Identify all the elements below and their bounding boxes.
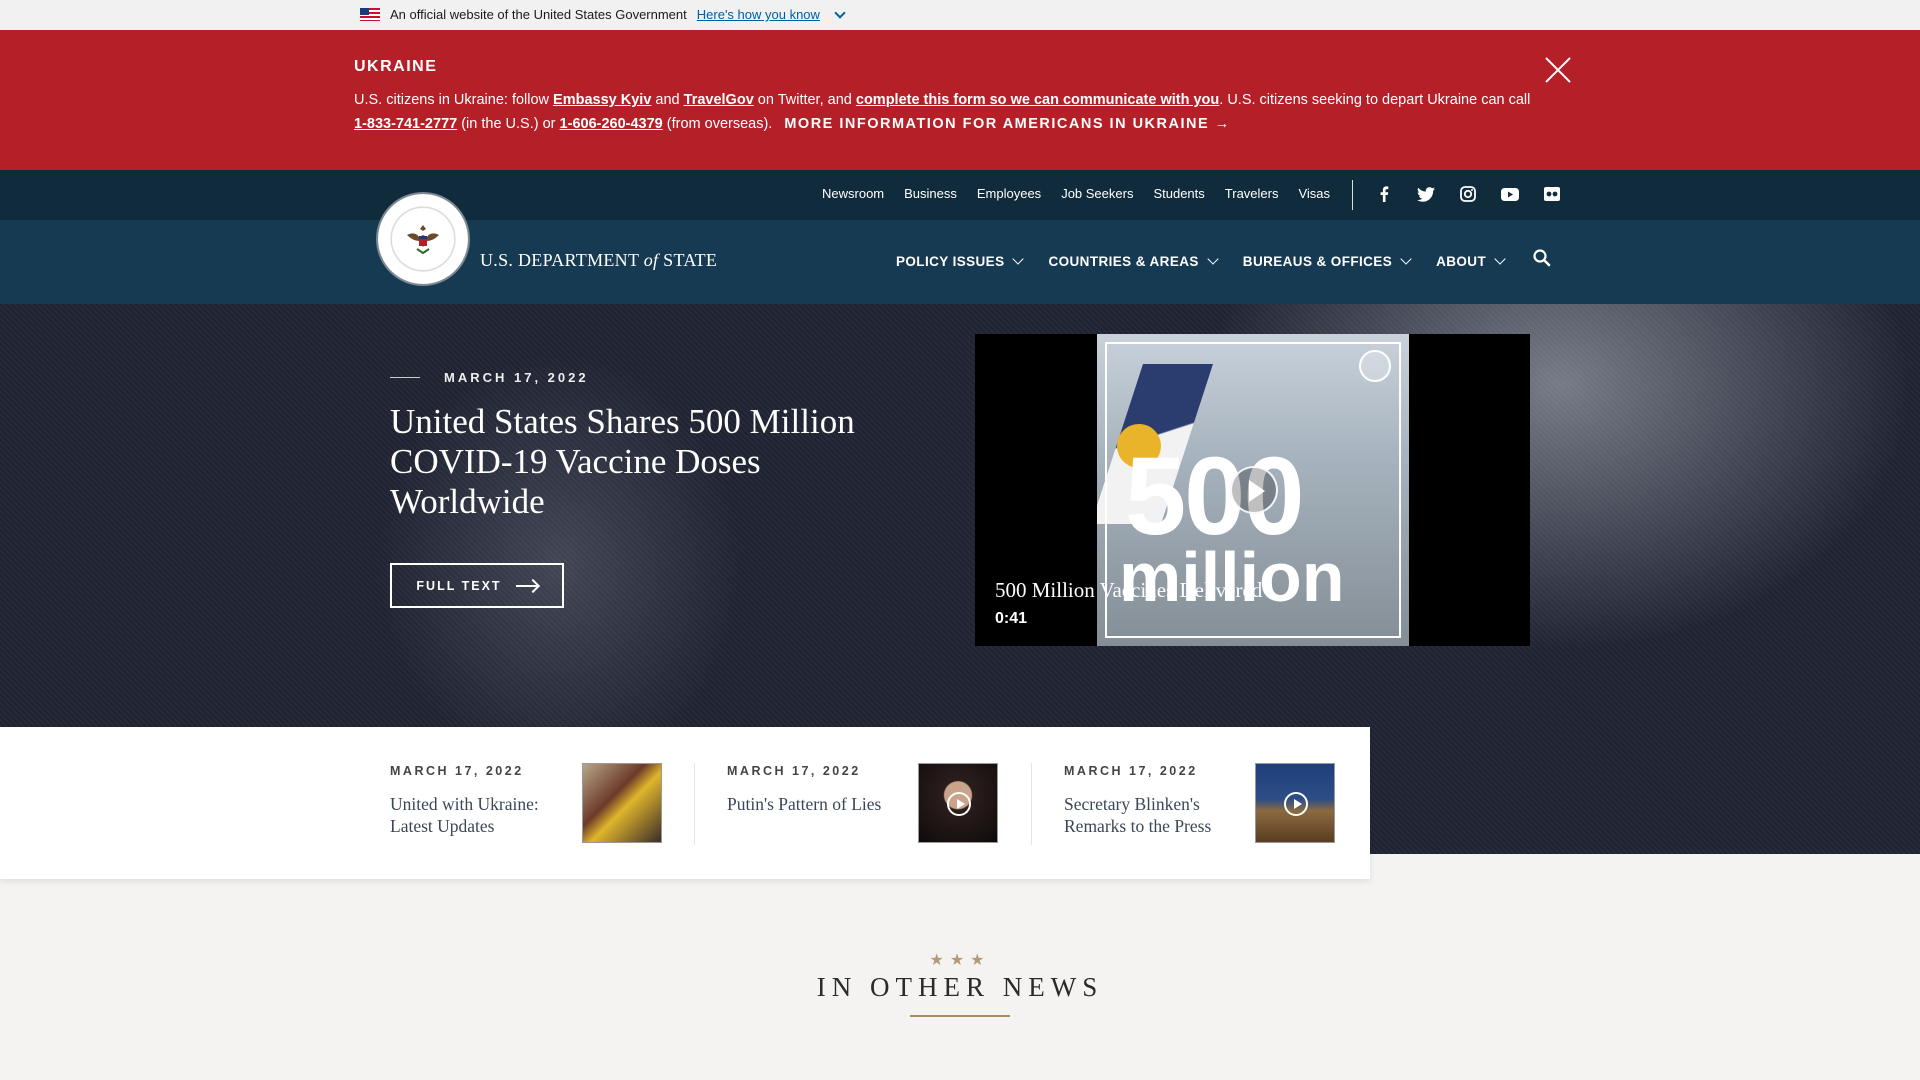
alert-body: U.S. citizens in Ukraine: follow Embassy… [354, 88, 1534, 136]
gov-banner: An official website of the United States… [0, 0, 1920, 30]
alert-text: U.S. citizens in Ukraine: follow [354, 92, 554, 108]
card-thumbnail[interactable] [918, 763, 998, 843]
card-title[interactable]: Secretary Blinken's Remarks to the Press [1064, 793, 1239, 837]
util-link-newsroom[interactable]: Newsroom [822, 186, 884, 201]
divider [1352, 180, 1353, 210]
alert-text: . U.S. citizens seeking to depart Ukrain… [1219, 92, 1531, 108]
featured-video[interactable]: 500 million 500 Million Vaccines Deliver… [975, 334, 1530, 646]
seal-icon [1359, 350, 1391, 382]
hero-headline[interactable]: United States Shares 500 Million COVID-1… [390, 402, 860, 522]
divider [1031, 763, 1032, 845]
nav-policy-issues[interactable]: POLICY ISSUES [896, 253, 1025, 269]
util-link-job-seekers[interactable]: Job Seekers [1061, 186, 1133, 201]
card-putin-lies[interactable]: MARCH 17, 2022 Putin's Pattern of Lies [727, 727, 999, 879]
contact-form-link[interactable]: complete this form so we can communicate… [856, 92, 1219, 108]
card-title[interactable]: Putin's Pattern of Lies [727, 793, 902, 815]
nav-countries-areas[interactable]: COUNTRIES & AREAS [1048, 253, 1219, 269]
facebook-icon[interactable] [1372, 184, 1396, 204]
divider [694, 763, 695, 845]
alert-title: UKRAINE [354, 58, 438, 75]
chevron-down-icon[interactable] [834, 6, 846, 19]
nav-label: COUNTRIES & AREAS [1048, 254, 1199, 269]
main-nav: U.S. DEPARTMENT of STATE POLICY ISSUES C… [0, 192, 1920, 304]
alert-text: (in the U.S.) or [457, 116, 560, 132]
alert-text: (from overseas). [662, 116, 773, 132]
nav-about[interactable]: ABOUT [1436, 253, 1506, 269]
card-date: MARCH 17, 2022 [390, 764, 524, 778]
travelgov-link[interactable]: TravelGov [684, 92, 754, 108]
hero-date: MARCH 17, 2022 [444, 370, 589, 385]
featured-cards: MARCH 17, 2022 United with Ukraine: Late… [0, 727, 1370, 879]
card-date: MARCH 17, 2022 [1064, 764, 1198, 778]
brand-wordmark[interactable]: U.S. DEPARTMENT of STATE [480, 250, 717, 271]
stars-ornament: ★★★ [929, 952, 991, 969]
card-blinken-remarks[interactable]: MARCH 17, 2022 Secretary Blinken's Remar… [1064, 727, 1336, 879]
utility-nav: Newsroom Business Employees Job Seekers … [0, 170, 1920, 220]
eagle-icon [407, 225, 439, 255]
phone-overseas-link[interactable]: 1-606-260-4379 [560, 116, 663, 132]
brand-text: STATE [658, 250, 718, 270]
youtube-icon[interactable] [1498, 184, 1522, 204]
chevron-down-icon [1494, 253, 1506, 265]
play-icon[interactable] [1230, 466, 1278, 514]
embassy-kyiv-link[interactable]: Embassy Kyiv [553, 92, 651, 108]
alert-text: and [651, 92, 684, 108]
util-link-visas[interactable]: Visas [1298, 186, 1330, 201]
us-flag-icon [360, 8, 380, 21]
flickr-icon[interactable] [1540, 184, 1564, 204]
date-rule [390, 377, 420, 378]
chevron-down-icon [1400, 253, 1412, 265]
chevron-down-icon [1012, 253, 1025, 265]
more-info-ukraine-link[interactable]: MORE INFORMATION FOR AMERICANS IN UKRAIN… [784, 116, 1230, 132]
brand-text-of: of [643, 250, 659, 270]
nav-label: BUREAUS & OFFICES [1242, 254, 1393, 269]
search-icon[interactable] [1532, 248, 1552, 268]
twitter-icon[interactable] [1414, 184, 1438, 204]
card-thumbnail[interactable] [1255, 763, 1335, 843]
play-icon [947, 792, 971, 816]
util-link-students[interactable]: Students [1153, 186, 1204, 201]
other-news-heading: IN OTHER NEWS [816, 972, 1104, 1002]
nav-label: ABOUT [1436, 254, 1487, 269]
gov-banner-text: An official website of the United States… [390, 7, 687, 22]
util-link-business[interactable]: Business [904, 186, 957, 201]
full-text-button[interactable]: FULL TEXT [390, 563, 564, 608]
nav-bureaus-offices[interactable]: BUREAUS & OFFICES [1242, 253, 1412, 269]
nav-label: POLICY ISSUES [896, 254, 1005, 269]
video-duration: 0:41 [995, 610, 1028, 627]
card-thumbnail[interactable] [582, 763, 662, 843]
instagram-icon[interactable] [1456, 184, 1480, 204]
util-link-employees[interactable]: Employees [977, 186, 1041, 201]
card-title[interactable]: United with Ukraine: Latest Updates [390, 793, 565, 837]
heading-underline [910, 1015, 1010, 1017]
heres-how-you-know-link[interactable]: Here's how you know [697, 7, 820, 22]
alert-text: on Twitter, and [753, 92, 856, 108]
close-alert-icon[interactable] [1544, 56, 1572, 84]
chevron-down-icon [1207, 253, 1219, 265]
department-seal-logo[interactable] [376, 192, 470, 286]
ukraine-alert: UKRAINE U.S. citizens in Ukraine: follow… [0, 30, 1920, 170]
play-icon [1284, 792, 1308, 816]
card-ukraine-updates[interactable]: MARCH 17, 2022 United with Ukraine: Late… [390, 727, 662, 879]
video-caption: 500 Million Vaccines Delivered [995, 578, 1263, 602]
card-date: MARCH 17, 2022 [727, 764, 861, 778]
brand-text: U.S. DEPARTMENT [480, 250, 644, 270]
util-link-travelers[interactable]: Travelers [1225, 186, 1279, 201]
other-news-section: ★★★ IN OTHER NEWS [0, 950, 1920, 1017]
arrow-right-icon [515, 584, 538, 587]
phone-us-link[interactable]: 1-833-741-2777 [354, 116, 457, 132]
full-text-label: FULL TEXT [416, 578, 502, 593]
